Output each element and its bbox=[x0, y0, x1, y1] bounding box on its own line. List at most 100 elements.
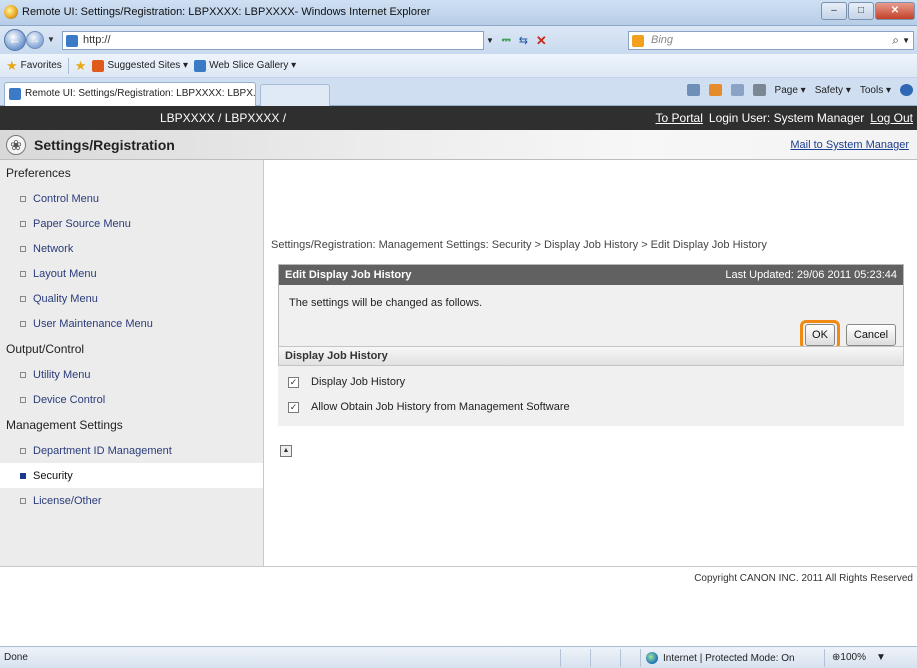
status-text: Done bbox=[4, 652, 28, 663]
sidebar: Preferences Control Menu Paper Source Me… bbox=[0, 160, 264, 566]
address-toolbar: ← → ▼ http:// ▼ ⎓ ⇆ ✕ Bing ⌕ ▼ bbox=[0, 26, 917, 54]
status-divider bbox=[590, 649, 591, 667]
history-dropdown-icon[interactable]: ▼ bbox=[47, 35, 55, 44]
settings-registration-icon: ❀ bbox=[6, 135, 26, 155]
sidebar-item-control-menu[interactable]: Control Menu bbox=[0, 186, 263, 211]
login-user-text: Login User: System Manager bbox=[708, 111, 865, 125]
stop-icon[interactable]: ✕ bbox=[536, 33, 547, 49]
compatibility-icon[interactable]: ⎓ bbox=[502, 34, 511, 47]
device-header: LBPXXXX / LBPXXXX / To Portal Login User… bbox=[0, 106, 917, 130]
back-button[interactable]: ← bbox=[4, 29, 26, 51]
security-zone[interactable]: Internet | Protected Mode: On bbox=[646, 652, 795, 664]
status-bar: Done Internet | Protected Mode: On ⊕100%… bbox=[0, 646, 917, 668]
header-links: To Portal Login User: System Manager Log… bbox=[656, 111, 913, 125]
page-title: Settings/Registration bbox=[34, 137, 175, 153]
option-label: Display Job History bbox=[311, 376, 406, 388]
search-icon[interactable]: ⌕ bbox=[892, 33, 899, 48]
bullet-icon bbox=[20, 220, 26, 227]
status-divider bbox=[620, 649, 621, 667]
option-label: Allow Obtain Job History from Management… bbox=[311, 401, 570, 413]
zone-text: Internet | Protected Mode: On bbox=[663, 652, 795, 664]
print-icon[interactable] bbox=[752, 84, 766, 96]
sidebar-item-quality-menu[interactable]: Quality Menu bbox=[0, 286, 263, 311]
ok-button[interactable]: OK bbox=[805, 324, 835, 346]
favorites-separator bbox=[67, 57, 69, 74]
sidebar-group-preferences: Preferences bbox=[6, 166, 71, 180]
help-icon[interactable] bbox=[900, 84, 913, 96]
favorites-label: Favorites bbox=[20, 60, 62, 71]
window-titlebar: Remote UI: Settings/Registration: LBPXXX… bbox=[0, 0, 917, 26]
zoom-control[interactable]: ⊕100% ▼ bbox=[832, 652, 886, 663]
home-icon[interactable] bbox=[686, 84, 700, 96]
address-url[interactable]: http:// bbox=[83, 34, 111, 46]
address-tools: ▼ ⎓ ⇆ ✕ bbox=[486, 31, 547, 50]
checked-icon: ✓ bbox=[288, 401, 299, 413]
mail-icon[interactable] bbox=[730, 84, 744, 96]
back-to-top-icon[interactable]: ▲ bbox=[280, 445, 292, 457]
sidebar-item-paper-source-menu[interactable]: Paper Source Menu bbox=[0, 211, 263, 236]
minimize-button[interactable]: – bbox=[821, 2, 847, 20]
search-dropdown-icon[interactable]: ▼ bbox=[902, 36, 910, 45]
sidebar-item-layout-menu[interactable]: Layout Menu bbox=[0, 261, 263, 286]
sidebar-item-security[interactable]: Security bbox=[0, 463, 263, 488]
window-title: Remote UI: Settings/Registration: LBPXXX… bbox=[22, 6, 431, 18]
bullet-icon bbox=[20, 472, 26, 479]
zoom-dropdown-icon[interactable]: ▼ bbox=[876, 652, 886, 663]
maximize-button[interactable]: □ bbox=[848, 2, 874, 20]
search-input[interactable]: Bing ⌕ ▼ bbox=[628, 31, 914, 50]
web-slice-gallery-link[interactable]: Web Slice Gallery ▾ bbox=[194, 59, 297, 72]
bullet-icon bbox=[20, 396, 26, 403]
logout-link[interactable]: Log Out bbox=[870, 111, 913, 125]
forward-button[interactable]: → bbox=[26, 31, 44, 49]
ie-logo-icon bbox=[4, 5, 18, 19]
tab-remote-ui[interactable]: Remote UI: Settings/Registration: LBPXXX… bbox=[4, 82, 256, 106]
option-display-job-history: ✓ Display Job History bbox=[288, 376, 405, 388]
globe-icon bbox=[646, 652, 658, 664]
confirm-message: The settings will be changed as follows. bbox=[289, 297, 483, 309]
new-tab-button[interactable] bbox=[260, 84, 330, 106]
sidebar-item-department-id-management[interactable]: Department ID Management bbox=[0, 438, 263, 463]
sidebar-item-label: Quality Menu bbox=[33, 292, 98, 305]
bullet-icon bbox=[20, 195, 26, 202]
refresh-icon[interactable]: ⇆ bbox=[519, 34, 528, 47]
page-menu[interactable]: Page ▾ bbox=[775, 85, 806, 96]
web-slice-label: Web Slice Gallery ▾ bbox=[209, 60, 297, 71]
suggested-sites-link[interactable]: Suggested Sites ▾ bbox=[92, 59, 188, 72]
to-portal-link[interactable]: To Portal bbox=[656, 111, 703, 125]
address-input[interactable]: http:// bbox=[62, 31, 484, 50]
address-dropdown-icon[interactable]: ▼ bbox=[486, 36, 494, 45]
status-divider bbox=[560, 649, 561, 667]
sidebar-item-label: Security bbox=[33, 469, 73, 482]
edit-panel: Edit Display Job History Last Updated: 2… bbox=[278, 264, 904, 350]
sidebar-item-utility-menu[interactable]: Utility Menu bbox=[0, 362, 263, 387]
tab-favicon-icon bbox=[9, 88, 21, 100]
bullet-icon bbox=[20, 270, 26, 277]
sidebar-item-user-maintenance-menu[interactable]: User Maintenance Menu bbox=[0, 311, 263, 336]
tab-label: Remote UI: Settings/Registration: LBPXXX… bbox=[25, 88, 256, 99]
cancel-button[interactable]: Cancel bbox=[846, 324, 896, 346]
sidebar-item-device-control[interactable]: Device Control bbox=[0, 387, 263, 412]
sidebar-item-label: Network bbox=[33, 242, 74, 255]
sidebar-item-label: Layout Menu bbox=[33, 267, 97, 280]
sidebar-item-label: License/Other bbox=[33, 494, 102, 507]
job-history-section: Display Job History ✓ Display Job Histor… bbox=[278, 346, 904, 426]
sidebar-group-management-settings: Management Settings bbox=[6, 418, 123, 432]
copyright-text: Copyright CANON INC. 2011 All Rights Res… bbox=[694, 573, 913, 584]
panel-title: Edit Display Job History bbox=[285, 269, 412, 281]
mail-to-system-manager-link[interactable]: Mail to System Manager bbox=[790, 139, 909, 151]
close-button[interactable]: ✕ bbox=[875, 2, 915, 20]
bullet-icon bbox=[20, 447, 26, 454]
suggested-sites-icon bbox=[92, 59, 105, 72]
sidebar-item-license-other[interactable]: License/Other bbox=[0, 488, 263, 513]
safety-menu[interactable]: Safety ▾ bbox=[815, 85, 851, 96]
favorites-button[interactable]: ★ Favorites bbox=[6, 58, 62, 74]
tools-menu[interactable]: Tools ▾ bbox=[860, 85, 891, 96]
sidebar-item-label: Utility Menu bbox=[33, 368, 91, 381]
checked-icon: ✓ bbox=[288, 376, 299, 388]
sidebar-item-network[interactable]: Network bbox=[0, 236, 263, 261]
add-favorite-icon[interactable]: ★ bbox=[75, 58, 87, 74]
command-bar: Page ▾ Safety ▾ Tools ▾ bbox=[686, 84, 913, 96]
bullet-icon bbox=[20, 320, 26, 327]
feeds-icon[interactable] bbox=[708, 84, 722, 96]
window-controls: – □ ✕ bbox=[821, 2, 915, 20]
